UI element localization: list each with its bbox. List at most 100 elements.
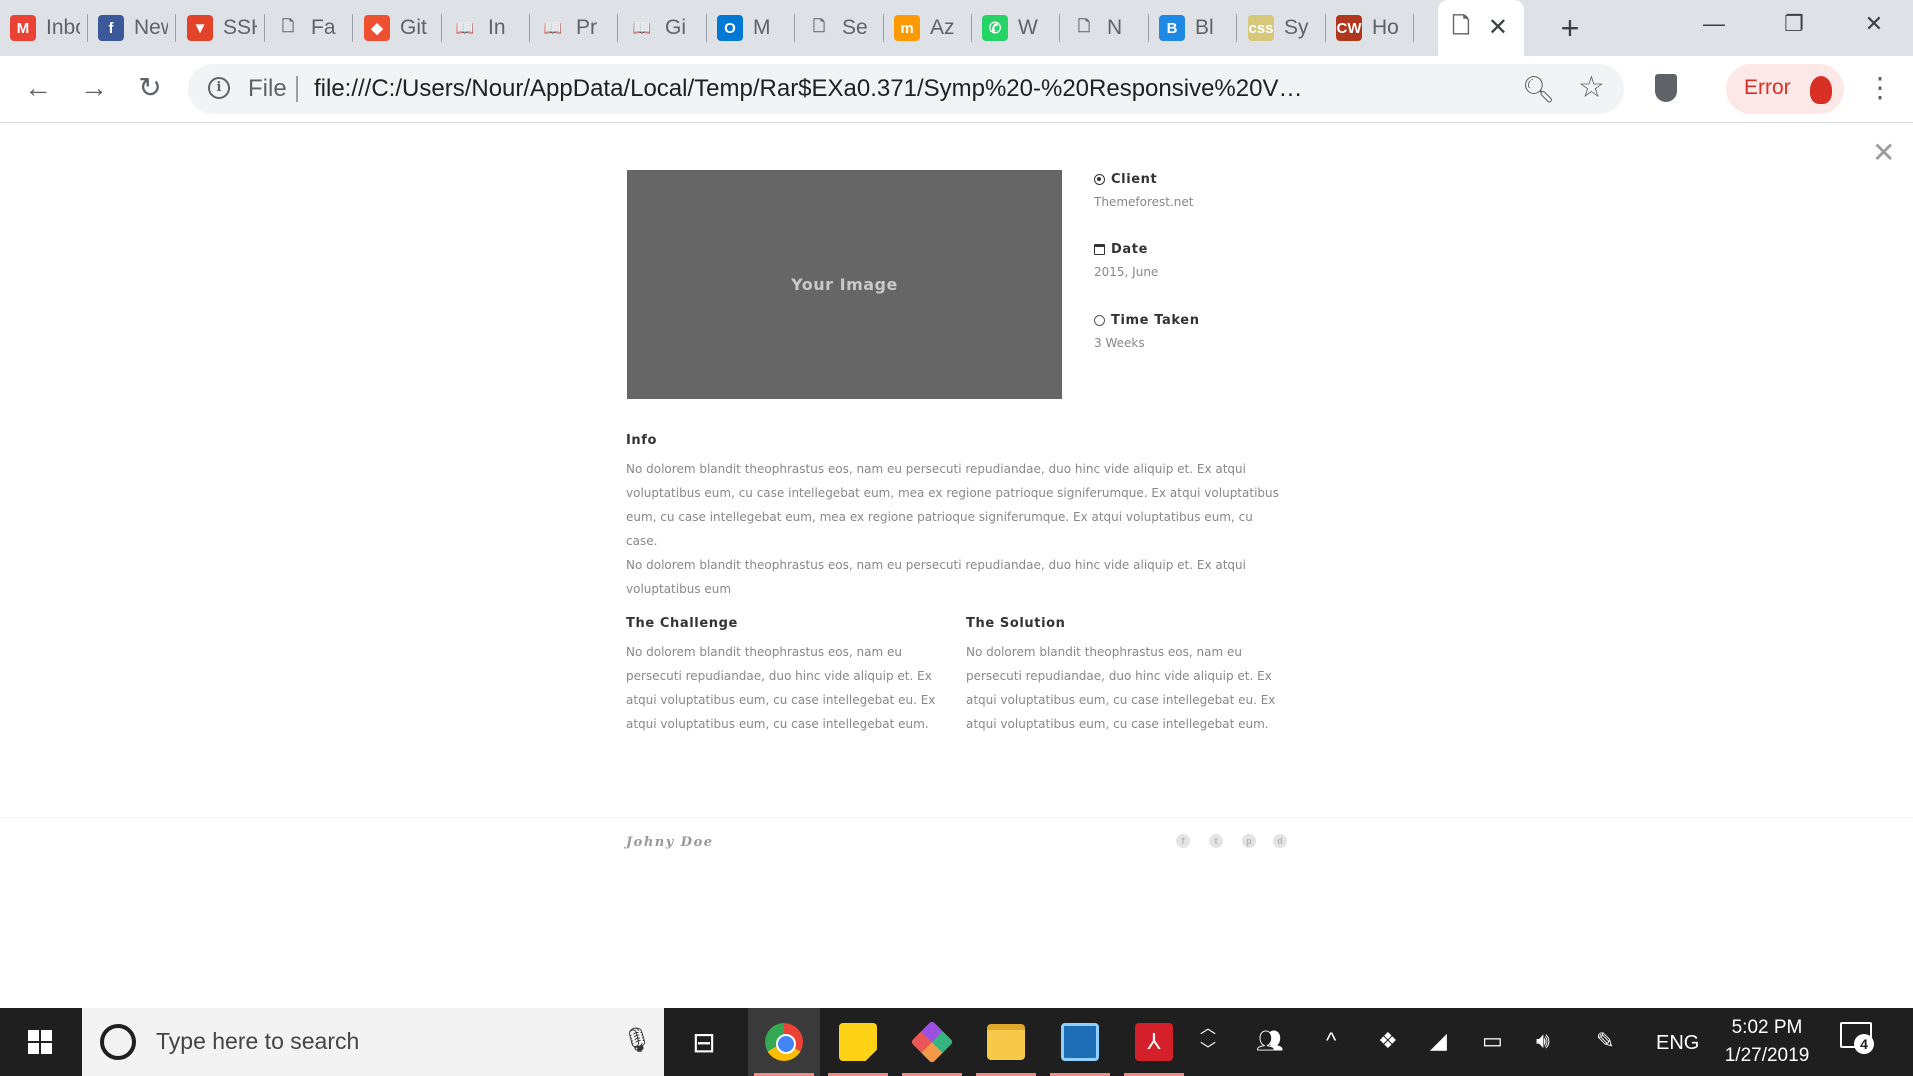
solution-line: atqui voluptatibus eum, cu case intelleg… bbox=[966, 693, 1276, 707]
tab-14[interactable]: css Sy bbox=[1238, 0, 1326, 56]
people-icon[interactable]: 👥︎ bbox=[1256, 1028, 1284, 1054]
address-bar[interactable]: i File file:///C:/Users/Nour/AppData/Loc… bbox=[188, 64, 1624, 114]
info-heading: Info bbox=[626, 433, 658, 448]
info-line: eum, cu case intellegebat eum, mea ex re… bbox=[626, 510, 1253, 548]
sticky-notes-icon[interactable] bbox=[822, 1008, 894, 1076]
notification-center-icon[interactable]: 4 bbox=[1840, 1022, 1874, 1056]
tab-7[interactable]: 📖 Gi bbox=[619, 0, 707, 56]
menu-icon[interactable]: ⋮ bbox=[1866, 68, 1894, 108]
file-explorer-icon[interactable] bbox=[970, 1008, 1042, 1076]
tab-title: Git bbox=[400, 16, 427, 39]
tab-active[interactable]: 🗋 ✕ bbox=[1438, 0, 1524, 56]
divider bbox=[296, 76, 298, 102]
book-icon: 📖 bbox=[543, 20, 563, 37]
facebook-icon[interactable]: f bbox=[1176, 834, 1190, 848]
close-window-button[interactable]: ✕ bbox=[1836, 0, 1912, 50]
info-icon[interactable]: i bbox=[208, 77, 230, 99]
solution-heading: The Solution bbox=[966, 616, 1066, 631]
meta-label: Client bbox=[1111, 172, 1158, 187]
reload-button[interactable]: ↻ bbox=[130, 68, 170, 108]
remote-desktop-icon[interactable] bbox=[1044, 1008, 1116, 1076]
calendar-icon bbox=[1094, 244, 1105, 255]
tab-10[interactable]: m Az bbox=[884, 0, 972, 56]
bookmark-star-icon[interactable]: ☆ bbox=[1578, 70, 1605, 105]
tab-9[interactable]: 🗋 Se bbox=[796, 0, 884, 56]
git-icon: ◆ bbox=[364, 15, 390, 41]
tab-2[interactable]: ▼ SSH bbox=[177, 0, 265, 56]
extension-shield-icon[interactable] bbox=[1655, 74, 1677, 102]
tab-0[interactable]: M Inbox bbox=[0, 0, 88, 56]
footer-signature: Johny Doe bbox=[626, 835, 714, 850]
dribbble-icon[interactable]: d bbox=[1273, 834, 1287, 848]
info-line: No dolorem blandit theophrastus eos, nam… bbox=[626, 462, 1246, 476]
tab-title: Sy bbox=[1284, 16, 1309, 39]
facebook-icon: f bbox=[98, 15, 124, 41]
tab-1[interactable]: f New bbox=[88, 0, 176, 56]
new-tab-button[interactable]: + bbox=[1550, 8, 1590, 48]
page-icon: 🗋 bbox=[281, 17, 295, 35]
tab-12[interactable]: 🗋 N bbox=[1061, 0, 1149, 56]
dropbox-icon[interactable]: ❖ bbox=[1378, 1028, 1398, 1054]
pen-icon[interactable]: ✎ bbox=[1596, 1028, 1614, 1054]
tab-8[interactable]: OM bbox=[707, 0, 795, 56]
back-button[interactable]: ← bbox=[18, 68, 58, 108]
battery-icon[interactable]: ▭ bbox=[1482, 1028, 1503, 1054]
info-line: No dolorem blandit theophrastus eos, nam… bbox=[626, 558, 1246, 572]
tab-6[interactable]: 📖 Pr bbox=[530, 0, 618, 56]
meta-value: 3 Weeks bbox=[1094, 336, 1145, 350]
pinterest-icon[interactable]: p bbox=[1242, 834, 1256, 848]
bootstrap-icon: B bbox=[1159, 15, 1185, 41]
solution-line: persecuti repudiandae, duo hinc vide ali… bbox=[966, 669, 1272, 683]
tab-15[interactable]: CW Ho bbox=[1326, 0, 1414, 56]
twitter-icon[interactable]: t bbox=[1209, 834, 1223, 848]
tab-4[interactable]: ◆ Git bbox=[354, 0, 442, 56]
radio-icon bbox=[1094, 174, 1105, 185]
gmail-icon: M bbox=[10, 15, 36, 41]
clock-date: 1/27/2019 bbox=[1724, 1045, 1810, 1066]
codewars-icon: CW bbox=[1336, 15, 1362, 41]
tab-title: In bbox=[488, 16, 506, 39]
microphone-icon[interactable]: 🎙︎ bbox=[622, 1026, 652, 1055]
taskbar-search[interactable]: Type here to search 🎙︎ bbox=[82, 1008, 664, 1076]
restore-button[interactable]: ❐ bbox=[1756, 0, 1832, 50]
tab-title: New bbox=[134, 16, 168, 39]
tab-title: Bl bbox=[1195, 16, 1214, 39]
taskbar-clock[interactable]: 5:02 PM 1/27/2019 bbox=[1712, 1014, 1822, 1070]
solution-paragraph: No dolorem blandit theophrastus eos, nam… bbox=[966, 640, 1296, 736]
windows-logo-icon bbox=[28, 1030, 52, 1054]
forward-button[interactable]: → bbox=[74, 68, 114, 108]
volume-icon[interactable]: 🔊︎ bbox=[1536, 1028, 1550, 1054]
tab-title: W bbox=[1018, 16, 1038, 39]
url-text[interactable]: file:///C:/Users/Nour/AppData/Local/Temp… bbox=[314, 75, 1314, 103]
project-image: Your Image bbox=[627, 170, 1062, 399]
close-tab-icon[interactable]: ✕ bbox=[1488, 13, 1508, 42]
solution-line: No dolorem blandit theophrastus eos, nam… bbox=[966, 645, 1242, 659]
profile-error-button[interactable]: Error bbox=[1726, 64, 1844, 114]
tab-11[interactable]: ✆ W bbox=[972, 0, 1060, 56]
task-view-icon[interactable]: ⊟ bbox=[668, 1008, 740, 1076]
tab-separator bbox=[794, 14, 795, 42]
acrobat-icon[interactable]: ⅄ bbox=[1118, 1008, 1190, 1076]
taskbar-scroll-icon[interactable]: ︿ ﹀ bbox=[1200, 1018, 1216, 1062]
minimize-button[interactable]: — bbox=[1676, 0, 1752, 50]
cortana-icon bbox=[100, 1024, 136, 1060]
close-icon[interactable]: ✕ bbox=[1872, 136, 1895, 169]
zoom-icon[interactable]: 🔍︎ bbox=[1522, 74, 1555, 105]
challenge-line: atqui voluptatibus eum, cu case intelleg… bbox=[626, 693, 936, 707]
show-hidden-icons-icon[interactable]: ^ bbox=[1326, 1028, 1336, 1054]
tab-13[interactable]: B Bl bbox=[1149, 0, 1237, 56]
tab-title: Pr bbox=[576, 16, 597, 39]
chrome-icon[interactable] bbox=[748, 1008, 820, 1076]
wifi-icon[interactable]: ◢ bbox=[1430, 1028, 1447, 1054]
tab-3[interactable]: 🗋 Fa bbox=[265, 0, 353, 56]
language-indicator[interactable]: ENG bbox=[1656, 1032, 1699, 1055]
tab-title: Fa bbox=[311, 16, 336, 39]
meta-value: Themeforest.net bbox=[1094, 195, 1194, 209]
info-paragraph: No dolorem blandit theophrastus eos, nam… bbox=[626, 457, 1286, 601]
start-button[interactable] bbox=[0, 1008, 80, 1076]
git-kraken-icon[interactable] bbox=[896, 1008, 968, 1076]
search-input[interactable]: Type here to search bbox=[156, 1028, 359, 1055]
tab-separator bbox=[352, 14, 353, 42]
tab-5[interactable]: 📖 In bbox=[442, 0, 530, 56]
meta-date: Date 2015, June bbox=[1094, 242, 1158, 279]
